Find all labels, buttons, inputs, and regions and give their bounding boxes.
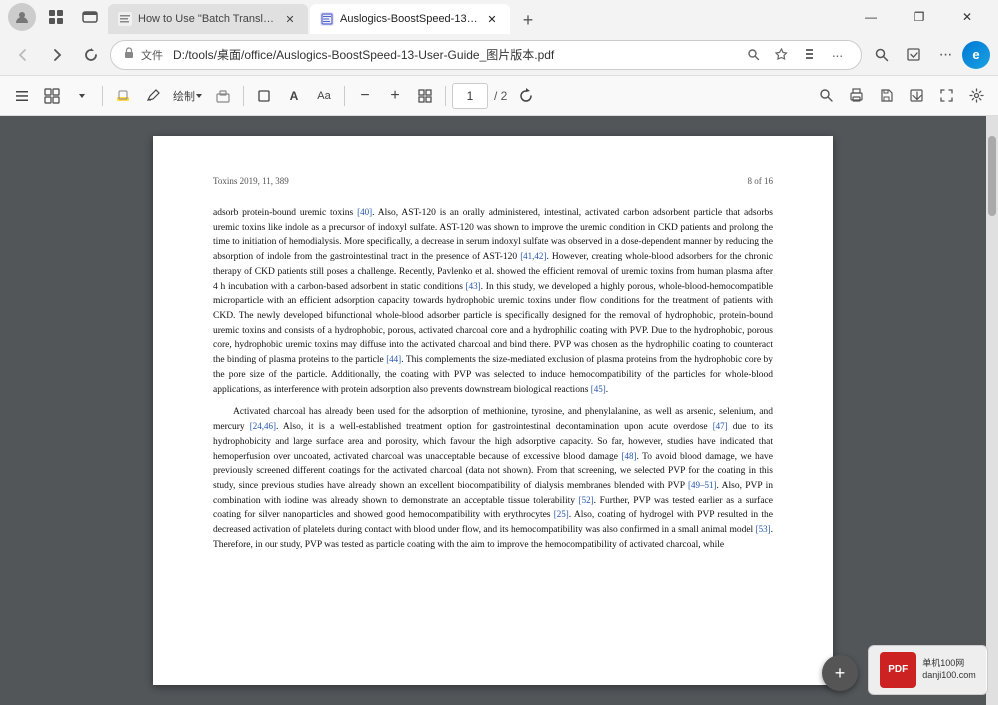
new-tab-button[interactable]: + [514,6,542,34]
main-content: Toxins 2019, 11, 389 8 of 16 adsorb prot… [0,116,998,705]
divider3 [344,86,345,106]
pdf-thumbnail-btn[interactable] [38,82,66,110]
tab-batch-translator[interactable]: How to Use "Batch Translator" - V ✕ [108,4,308,34]
pdf-rotate-btn[interactable] [513,82,541,110]
watermark-site: 单机100网 [922,658,976,670]
pdf-font-btn[interactable]: Aa [310,82,338,110]
titlebar-left [8,3,104,31]
pdf-dropdown-btn[interactable] [68,82,96,110]
watermark-pdf-icon: PDF [880,652,916,688]
titlebar: How to Use "Batch Translator" - V ✕ Ausl… [0,0,998,34]
forward-button[interactable] [42,40,72,70]
pdf-page: Toxins 2019, 11, 389 8 of 16 adsorb prot… [153,136,833,685]
edge-copilot-icon[interactable]: e [962,41,990,69]
file-label: 文件 [141,47,163,63]
divider4 [445,86,446,106]
address-bar[interactable]: 文件 D:/tools/桌面/office/Auslogics-BoostSpe… [110,40,862,70]
pdf-total-pages: / 2 [490,89,511,103]
titlebar-controls: — ❐ ✕ [848,0,990,34]
pdf-more-btn[interactable] [902,82,930,110]
pdf-fit-btn[interactable] [411,82,439,110]
pdf-search-btn[interactable] [812,82,840,110]
tab1-title: How to Use "Batch Translator" - V [138,13,276,25]
float-action-button[interactable]: + [822,655,858,691]
pdf-draw-label-btn[interactable]: 绘制 [169,82,207,110]
pdf-settings-btn[interactable] [962,82,990,110]
pdf-eraser-btn[interactable] [209,82,237,110]
pdf-fullscreen-btn[interactable] [932,82,960,110]
scrollbar-thumb[interactable] [988,136,996,216]
pdf-text-btn[interactable]: A [280,82,308,110]
divider1 [102,86,103,106]
tab1-close[interactable]: ✕ [282,11,298,27]
collections-addr-icon[interactable] [797,43,821,67]
pdf-header: Toxins 2019, 11, 389 8 of 16 [213,176,773,186]
favorites-icon[interactable] [769,43,793,67]
pdf-page-input[interactable] [452,83,488,109]
pdf-scroll-area[interactable]: Toxins 2019, 11, 389 8 of 16 adsorb prot… [0,116,986,705]
save-pdf-icon[interactable] [898,40,928,70]
pdf-body: adsorb protein-bound uremic toxins [40].… [213,206,773,553]
collections-icon[interactable] [42,3,70,31]
watermark-url: danji100.com [922,670,976,682]
scrollbar[interactable] [986,116,998,705]
pdf-draw-btn[interactable] [139,82,167,110]
pdf-print-btn[interactable] [842,82,870,110]
profile-icon[interactable] [8,3,36,31]
address-right-icons: ··· [741,43,849,67]
tab1-favicon [118,12,132,26]
pdf-paragraph-1: adsorb protein-bound uremic toxins [40].… [213,206,773,397]
address-text: D:/tools/桌面/office/Auslogics-BoostSpeed-… [173,46,735,63]
browser-more-icon[interactable]: ··· [930,40,960,70]
restore-button[interactable]: ❐ [896,0,942,34]
pdf-shape-btn[interactable] [250,82,278,110]
minimize-button[interactable]: — [848,0,894,34]
addressbar: 文件 D:/tools/桌面/office/Auslogics-BoostSpe… [0,34,998,76]
pdf-paragraph-2: Activated charcoal has already been used… [213,405,773,552]
tab-auslogics[interactable]: Auslogics-BoostSpeed-13-User-G ✕ [310,4,510,34]
tab2-close[interactable]: ✕ [484,11,500,27]
watermark-info: 单机100网 danji100.com [922,658,976,681]
search-toolbar-icon[interactable] [866,40,896,70]
back-button[interactable] [8,40,38,70]
tab2-favicon [320,12,334,26]
more-addr-icon[interactable]: ··· [825,43,849,67]
pdf-zoom-in-btn[interactable]: + [381,82,409,110]
pdf-highlight-btn[interactable] [109,82,137,110]
lock-icon [123,47,135,62]
divider2 [243,86,244,106]
search-address-icon[interactable] [741,43,765,67]
pdf-toolbar: 绘制 A Aa − + / 2 [0,76,998,116]
pdf-header-right: 8 of 16 [748,176,774,186]
close-button[interactable]: ✕ [944,0,990,34]
watermark-icon-text: PDF [888,664,908,676]
tab2-title: Auslogics-BoostSpeed-13-User-G [340,13,478,25]
browser-toolbar-right: ··· e [866,40,990,70]
browser-icon[interactable] [76,3,104,31]
pdf-menu-btn[interactable] [8,82,36,110]
tabs-container: How to Use "Batch Translator" - V ✕ Ausl… [108,0,844,34]
refresh-button[interactable] [76,40,106,70]
pdf-save-btn[interactable] [872,82,900,110]
pdf-zoom-out-btn[interactable]: − [351,82,379,110]
watermark-overlay: PDF 单机100网 danji100.com [868,645,988,695]
pdf-header-left: Toxins 2019, 11, 389 [213,176,289,186]
